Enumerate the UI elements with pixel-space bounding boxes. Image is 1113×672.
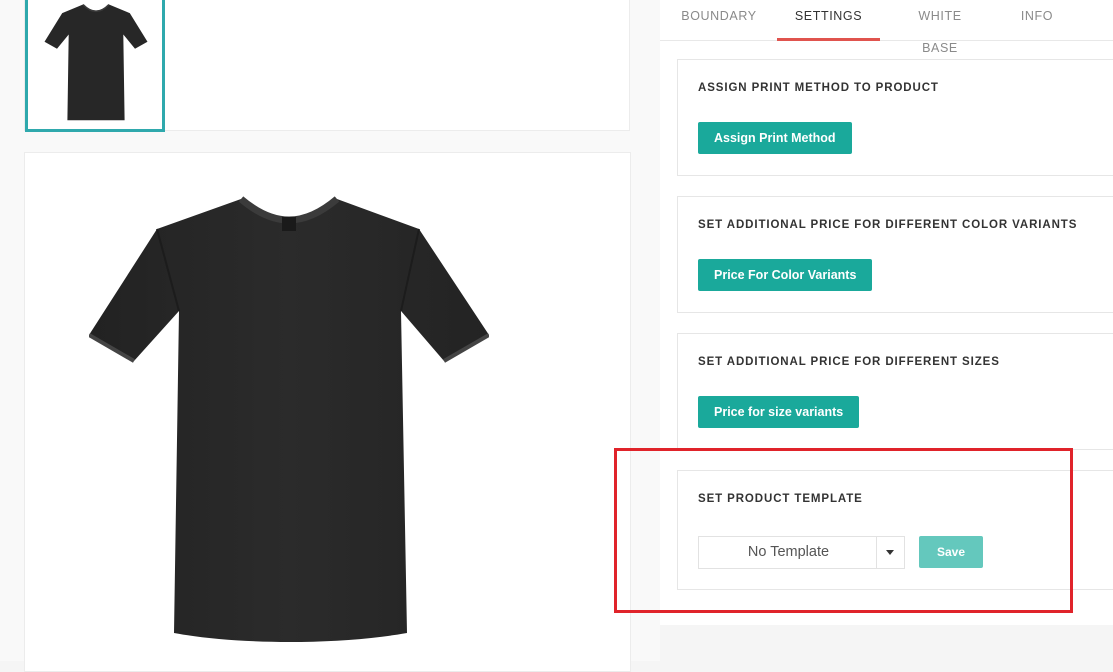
tshirt-preview-image [89, 196, 489, 642]
thumbnail-front-selected[interactable] [25, 0, 165, 132]
template-select-value: No Template [747, 544, 830, 560]
settings-panel: BOUNDARY SETTINGS WHITE BASE INFO ASSIGN… [660, 0, 1113, 625]
tab-bar: BOUNDARY SETTINGS WHITE BASE INFO [660, 0, 1113, 55]
product-preview-area [0, 0, 660, 672]
tab-settings[interactable]: SETTINGS [777, 0, 880, 41]
tab-white-base[interactable]: WHITE BASE [900, 0, 980, 55]
tab-info[interactable]: INFO [1018, 0, 1056, 41]
price-size-variants-button[interactable]: Price for size variants [698, 396, 860, 428]
print-method-section: ASSIGN PRINT METHOD TO PRODUCT Assign Pr… [677, 59, 1113, 176]
section-title: ASSIGN PRINT METHOD TO PRODUCT [698, 82, 939, 94]
thumbnail-strip [24, 0, 630, 132]
chevron-down-icon[interactable] [876, 537, 904, 568]
main-preview-card [24, 152, 631, 672]
tab-boundary[interactable]: BOUNDARY [680, 0, 758, 41]
product-template-section: SET PRODUCT TEMPLATE No Template Save [677, 470, 1113, 590]
assign-print-method-button[interactable]: Assign Print Method [698, 122, 852, 154]
size-variants-section: SET ADDITIONAL PRICE FOR DIFFERENT SIZES… [677, 333, 1113, 450]
template-select[interactable]: No Template [698, 536, 905, 569]
section-title: SET ADDITIONAL PRICE FOR DIFFERENT COLOR… [698, 219, 1078, 231]
save-button[interactable]: Save [919, 536, 983, 568]
tshirt-thumbnail-image [44, 3, 148, 121]
section-title: SET PRODUCT TEMPLATE [698, 493, 863, 505]
section-title: SET ADDITIONAL PRICE FOR DIFFERENT SIZES [698, 356, 1000, 368]
color-variants-section: SET ADDITIONAL PRICE FOR DIFFERENT COLOR… [677, 196, 1113, 313]
price-color-variants-button[interactable]: Price For Color Variants [698, 259, 873, 291]
